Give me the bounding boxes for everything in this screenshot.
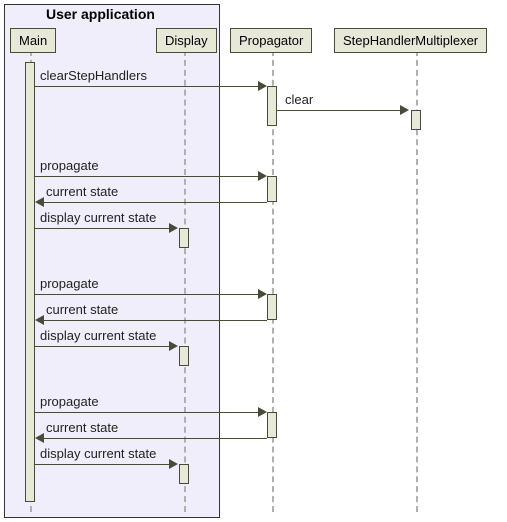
arrow-propagate-2 (35, 294, 260, 295)
arrow-head-propagate-3 (258, 407, 267, 417)
arrow-clear (277, 110, 402, 111)
arrow-head-clear (400, 105, 409, 115)
arrow-current-state-1 (44, 202, 267, 203)
activation-display-1 (179, 228, 189, 248)
msg-label-display-3: display current state (40, 446, 156, 461)
msg-label-display-2: display current state (40, 328, 156, 343)
msg-label-clear: clear (285, 92, 313, 107)
activation-display-3 (179, 464, 189, 484)
arrow-head-display-1 (169, 223, 178, 233)
msg-label-display-1: display current state (40, 210, 156, 225)
participant-stephandler: StepHandlerMultiplexer (334, 28, 487, 53)
arrow-current-state-2 (44, 320, 267, 321)
arrow-head-current-state-2 (35, 315, 44, 325)
lifeline-display (184, 50, 186, 512)
arrow-head-propagate-1 (258, 171, 267, 181)
msg-label-current-state-2: current state (46, 302, 118, 317)
activation-main (25, 62, 35, 502)
arrow-display-1 (35, 228, 171, 229)
arrow-display-3 (35, 464, 171, 465)
arrow-display-2 (35, 346, 171, 347)
group-title: User application (46, 6, 155, 22)
arrow-propagate-3 (35, 412, 260, 413)
activation-propagator-1 (267, 86, 277, 126)
arrow-head-display-3 (169, 459, 178, 469)
arrow-clear-step-handlers (35, 86, 260, 87)
arrow-propagate-1 (35, 176, 260, 177)
msg-label-propagate-1: propagate (40, 158, 99, 173)
arrow-head-current-state-1 (35, 197, 44, 207)
participant-propagator: Propagator (230, 28, 312, 53)
msg-label-current-state-1: current state (46, 184, 118, 199)
participant-main: Main (10, 28, 56, 53)
activation-display-2 (179, 346, 189, 366)
arrow-head-propagate-2 (258, 289, 267, 299)
activation-propagator-3 (267, 294, 277, 320)
msg-label-propagate-3: propagate (40, 394, 99, 409)
activation-stephandler (411, 110, 421, 130)
activation-propagator-4 (267, 412, 277, 438)
participant-display: Display (156, 28, 217, 53)
msg-label-clear-step-handlers: clearStepHandlers (40, 68, 147, 83)
arrow-head-display-2 (169, 341, 178, 351)
activation-propagator-2 (267, 176, 277, 202)
msg-label-current-state-3: current state (46, 420, 118, 435)
arrow-head-current-state-3 (35, 433, 44, 443)
sequence-diagram: User application Main Display Propagator… (0, 0, 507, 522)
arrow-current-state-3 (44, 438, 267, 439)
msg-label-propagate-2: propagate (40, 276, 99, 291)
arrow-head-clear-step-handlers (258, 81, 267, 91)
